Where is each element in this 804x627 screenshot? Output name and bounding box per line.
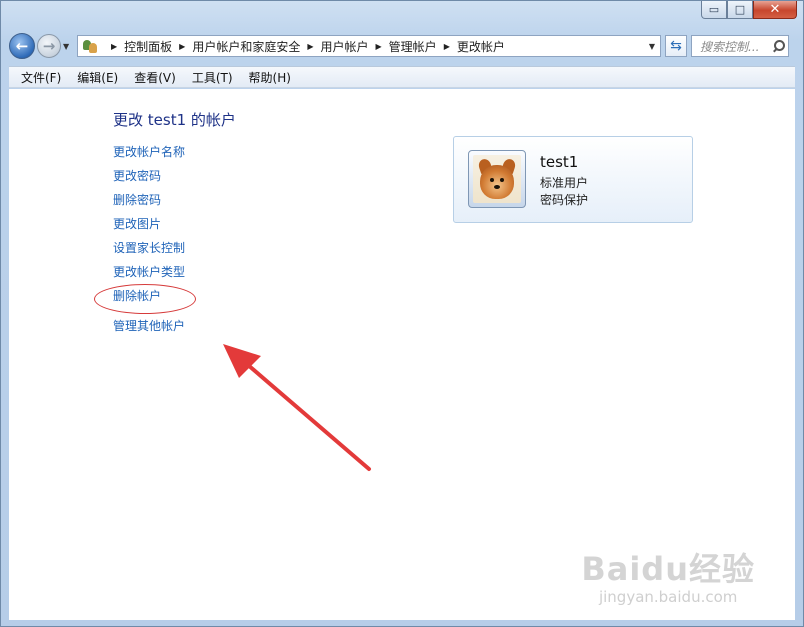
change-picture-link[interactable]: 更改图片 [113, 215, 185, 239]
dog-eye-right [500, 178, 504, 182]
breadcrumb-manage-accounts[interactable]: 管理帐户 [389, 38, 437, 55]
window-caption-buttons: ▭ □ ✕ [701, 1, 797, 21]
forward-button[interactable]: → [37, 34, 61, 58]
search-input[interactable]: 搜索控制... [691, 35, 789, 57]
watermark-logo: Baidu经验 [581, 550, 755, 588]
breadcrumb-separator-icon[interactable]: ▶ [179, 42, 185, 51]
remove-password-link[interactable]: 删除密码 [113, 191, 185, 215]
recent-pages-dropdown[interactable]: ▼ [63, 42, 73, 51]
refresh-button[interactable]: ⇆ [665, 35, 687, 57]
page-title: 更改 test1 的帐户 [113, 111, 236, 129]
search-icon[interactable] [772, 40, 785, 52]
maximize-icon: □ [734, 3, 746, 16]
breadcrumb-change-account[interactable]: 更改帐户 [457, 38, 505, 55]
menu-view[interactable]: 查看(V) [126, 69, 184, 86]
maximize-button[interactable]: □ [727, 1, 753, 19]
baidu-watermark: Baidu经验 jingyan.baidu.com [581, 544, 755, 606]
password-status: 密码保护 [540, 193, 589, 207]
refresh-icon: ⇆ [670, 38, 682, 54]
pomeranian-dog-picture [473, 155, 521, 203]
menu-help[interactable]: 帮助(H) [241, 69, 299, 86]
address-bar[interactable]: ▶ 控制面板 ▶ 用户帐户和家庭安全 ▶ 用户帐户 ▶ 管理帐户 ▶ 更改帐户 … [77, 35, 661, 57]
dog-nose [494, 185, 500, 189]
annotation-arrow-icon [223, 344, 371, 471]
breadcrumb-separator-icon[interactable]: ▶ [111, 42, 117, 51]
set-parental-controls-link[interactable]: 设置家长控制 [113, 239, 185, 263]
back-arrow-icon: ← [15, 37, 29, 55]
breadcrumb-separator-icon[interactable]: ▶ [307, 42, 313, 51]
account-name: test1 [540, 153, 579, 171]
close-button[interactable]: ✕ [753, 1, 797, 19]
menu-file[interactable]: 文件(F) [13, 69, 69, 86]
control-panel-window: ▭ □ ✕ ← → ▼ ▶ 控制面板 ▶ 用户帐户和家庭安全 ▶ 用户帐户 ▶ … [0, 0, 804, 627]
breadcrumb-user-accounts-family-safety[interactable]: 用户帐户和家庭安全 [192, 38, 300, 55]
menu-bar: 文件(F) 编辑(E) 查看(V) 工具(T) 帮助(H) [9, 66, 795, 88]
menu-edit[interactable]: 编辑(E) [69, 69, 126, 86]
dog-eye-left [490, 178, 494, 182]
manage-another-account-link[interactable]: 管理其他帐户 [113, 317, 185, 341]
breadcrumb-control-panel[interactable]: 控制面板 [124, 38, 172, 55]
change-account-name-link[interactable]: 更改帐户名称 [113, 143, 185, 167]
account-type: 标准用户 [540, 176, 589, 190]
account-card: test1 标准用户 密码保护 [453, 136, 693, 223]
close-icon: ✕ [769, 2, 781, 17]
minimize-icon: ▭ [708, 3, 720, 16]
dog-head [480, 165, 514, 199]
users-icon [82, 38, 98, 54]
watermark-url: jingyan.baidu.com [598, 588, 738, 606]
minimize-button[interactable]: ▭ [701, 1, 727, 19]
address-history-dropdown[interactable]: ▼ [644, 42, 660, 51]
main-content: 更改 test1 的帐户 更改帐户名称 更改密码 删除密码 更改图片 设置家长控… [9, 89, 795, 620]
change-password-link[interactable]: 更改密码 [113, 167, 185, 191]
forward-arrow-icon: → [42, 37, 56, 55]
avatar [468, 150, 526, 208]
navigation-bar: ← → ▼ ▶ 控制面板 ▶ 用户帐户和家庭安全 ▶ 用户帐户 ▶ 管理帐户 ▶… [9, 31, 795, 61]
breadcrumb-separator-icon[interactable]: ▶ [376, 42, 382, 51]
annotation-circle [94, 284, 196, 314]
menu-tools[interactable]: 工具(T) [184, 69, 241, 86]
search-placeholder: 搜索控制... [700, 39, 760, 54]
back-button[interactable]: ← [9, 33, 35, 59]
breadcrumb-separator-icon[interactable]: ▶ [444, 42, 450, 51]
breadcrumb-user-accounts[interactable]: 用户帐户 [321, 38, 369, 55]
